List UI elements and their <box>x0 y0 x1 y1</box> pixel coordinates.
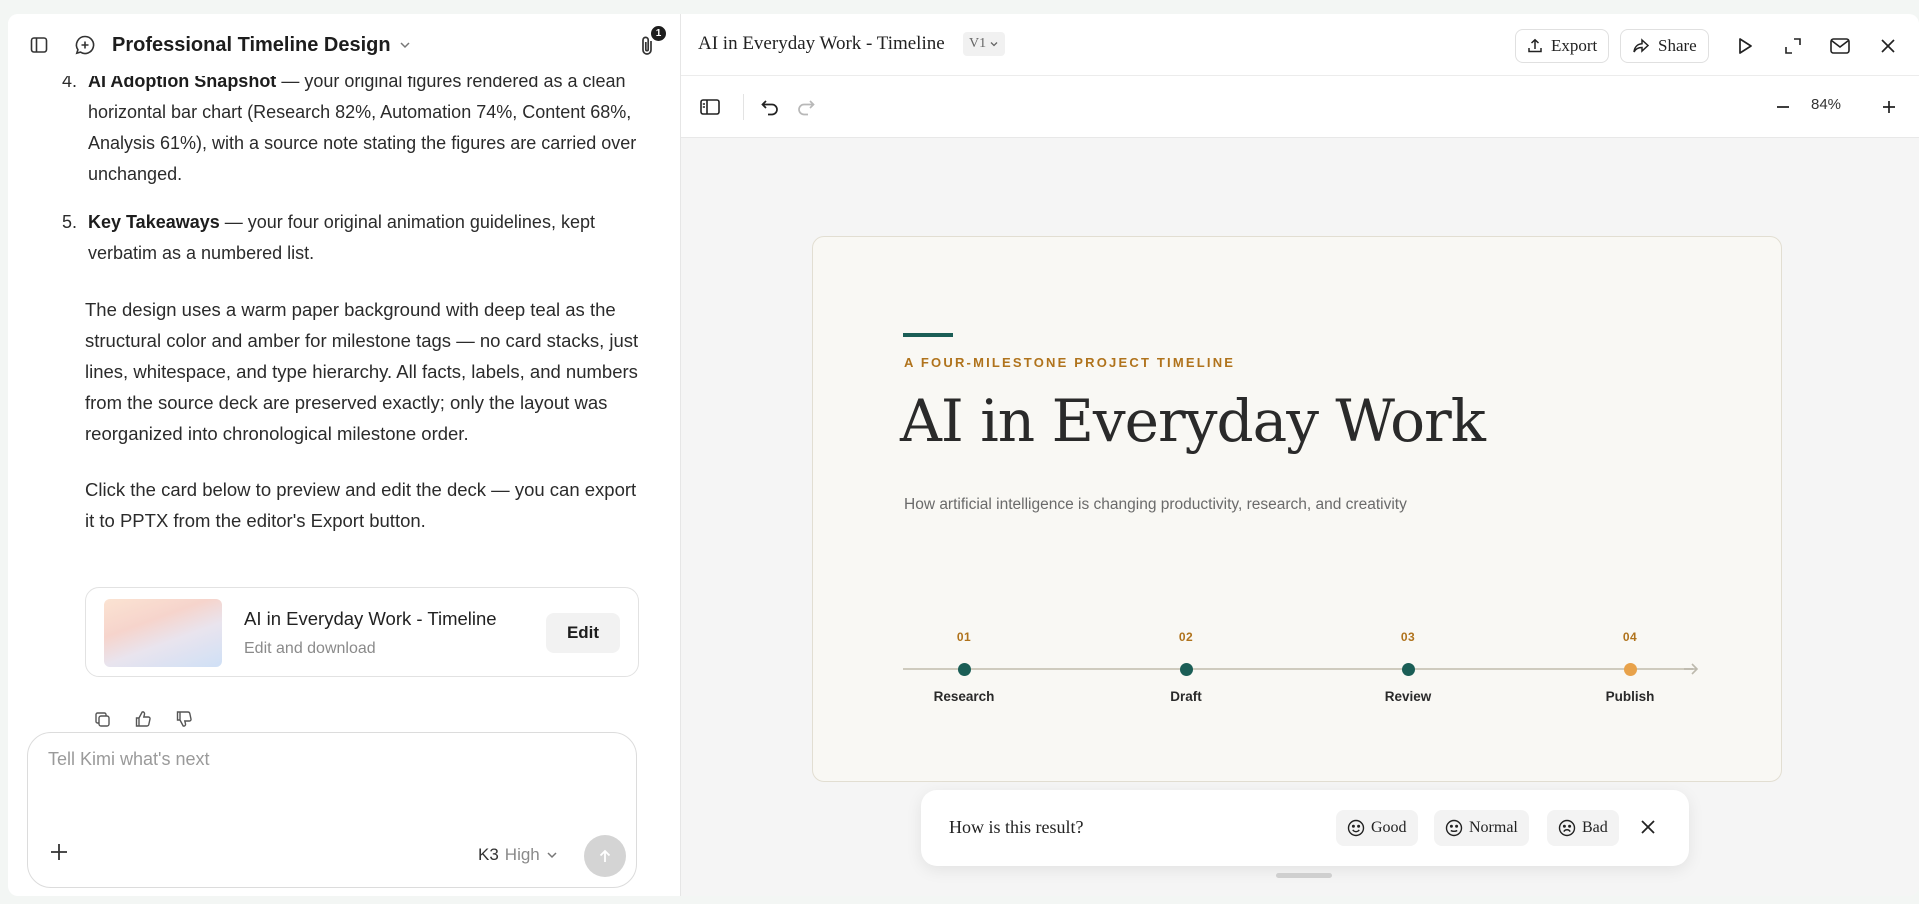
milestone-dot <box>957 663 971 676</box>
mail-icon[interactable] <box>1828 34 1852 58</box>
upload-icon <box>1528 38 1542 53</box>
list-item-heading: Key Takeaways <box>88 212 220 232</box>
app-window: Professional Timeline Design 1 4. AI Ado… <box>8 14 1919 896</box>
milestone-number: 02 <box>1178 630 1194 644</box>
editor-panel: AI in Everyday Work - Timeline V1 Export… <box>681 14 1919 896</box>
panel-toggle-icon[interactable] <box>698 95 722 119</box>
milestone-dot <box>1179 663 1193 676</box>
play-icon[interactable] <box>1733 34 1757 58</box>
share-icon <box>1633 38 1650 53</box>
feedback-question: How is this result? <box>949 817 1084 837</box>
chevron-down-icon[interactable] <box>399 39 411 51</box>
zoom-in-icon[interactable] <box>1877 95 1901 119</box>
feedback-bad-label: Bad <box>1582 819 1608 836</box>
deck-card-subtitle: Edit and download <box>244 640 376 657</box>
slide-canvas[interactable]: A FOUR-MILESTONE PROJECT TIMELINE AI in … <box>812 236 1782 782</box>
list-number: 5. <box>62 212 78 232</box>
undo-icon[interactable] <box>758 95 782 119</box>
timeline-line <box>903 668 1693 670</box>
zoom-level: 84% <box>1811 96 1842 113</box>
message-input[interactable] <box>48 749 608 770</box>
zoom-out-icon[interactable] <box>1771 95 1795 119</box>
feedback-good-button[interactable]: Good <box>1336 810 1418 846</box>
smile-icon <box>1347 819 1365 837</box>
model-selector[interactable]: K3 High <box>478 845 558 865</box>
toolbar-separator <box>743 94 744 120</box>
attachment-count-badge: 1 <box>651 26 666 41</box>
version-label: V1 <box>969 36 987 51</box>
close-icon[interactable] <box>1638 817 1660 839</box>
redo-icon[interactable] <box>794 95 818 119</box>
slide-title: AI in Everyday Work <box>900 387 1486 455</box>
thumbs-up-icon[interactable] <box>133 709 153 729</box>
resize-handle[interactable] <box>1276 873 1332 878</box>
close-icon[interactable] <box>1876 34 1900 58</box>
thumbs-down-icon[interactable] <box>174 709 194 729</box>
chat-messages: 4. AI Adoption Snapshot — your original … <box>8 66 680 727</box>
editor-toolbar: 84% <box>681 76 1919 138</box>
copy-icon[interactable] <box>92 709 112 729</box>
milestone-label: Research <box>933 689 995 704</box>
milestone-number: 03 <box>1400 630 1416 644</box>
neutral-face-icon <box>1445 819 1463 837</box>
share-label: Share <box>1658 36 1697 55</box>
export-button[interactable]: Export <box>1515 29 1610 63</box>
edit-button[interactable]: Edit <box>546 613 620 653</box>
list-item: 5. Key Takeaways — your four original an… <box>62 207 648 269</box>
feedback-normal-button[interactable]: Normal <box>1434 810 1529 846</box>
milestone-dot <box>1623 663 1637 676</box>
message-actions <box>92 709 194 729</box>
milestone-label: Review <box>1384 689 1432 704</box>
send-button[interactable] <box>584 835 626 877</box>
deck-card[interactable]: AI in Everyday Work - Timeline Edit and … <box>85 587 639 677</box>
message-composer: K3 High <box>27 732 637 888</box>
chat-panel: Professional Timeline Design 1 4. AI Ado… <box>8 14 680 896</box>
feedback-good-label: Good <box>1371 819 1407 836</box>
editor-header: AI in Everyday Work - Timeline V1 Export… <box>681 14 1919 76</box>
model-level: High <box>504 845 540 864</box>
milestone-number: 01 <box>956 630 972 644</box>
chevron-down-icon <box>990 42 998 47</box>
milestone-number: 04 <box>1622 630 1638 644</box>
deck-thumbnail <box>104 599 222 667</box>
arrow-up-icon <box>599 849 611 862</box>
plus-icon[interactable] <box>48 841 72 865</box>
deck-card-title: AI in Everyday Work - Timeline <box>244 608 497 629</box>
share-button[interactable]: Share <box>1620 29 1709 63</box>
feedback-bar: How is this result? Good Normal Bad <box>921 790 1689 866</box>
chat-title[interactable]: Professional Timeline Design <box>112 34 391 57</box>
feedback-bad-button[interactable]: Bad <box>1547 810 1619 846</box>
attachments-button[interactable]: 1 <box>636 26 666 58</box>
chat-header: Professional Timeline Design 1 <box>8 14 680 76</box>
version-selector[interactable]: V1 <box>963 32 1006 56</box>
expand-icon[interactable] <box>1781 34 1805 58</box>
message-paragraph: Click the card below to preview and edit… <box>85 479 637 531</box>
message-paragraph: The design uses a warm paper background … <box>85 299 639 444</box>
export-label: Export <box>1551 36 1598 55</box>
chevron-down-icon <box>547 852 557 859</box>
document-title: AI in Everyday Work - Timeline <box>698 33 945 54</box>
sidebar-toggle-icon[interactable] <box>28 34 50 56</box>
list-item: 4. AI Adoption Snapshot — your original … <box>62 66 648 190</box>
milestone-label: Draft <box>1170 689 1202 704</box>
model-name: K3 <box>478 845 499 864</box>
slide-subtitle: How artificial intelligence is changing … <box>904 496 1407 513</box>
milestone-dot <box>1401 663 1415 676</box>
frown-icon <box>1558 819 1576 837</box>
new-chat-icon[interactable] <box>74 34 96 56</box>
accent-bar <box>903 333 953 337</box>
slide-kicker: A FOUR-MILESTONE PROJECT TIMELINE <box>904 355 1236 370</box>
milestone-label: Publish <box>1605 689 1655 704</box>
arrow-right-icon <box>1683 661 1699 677</box>
feedback-normal-label: Normal <box>1469 819 1518 836</box>
